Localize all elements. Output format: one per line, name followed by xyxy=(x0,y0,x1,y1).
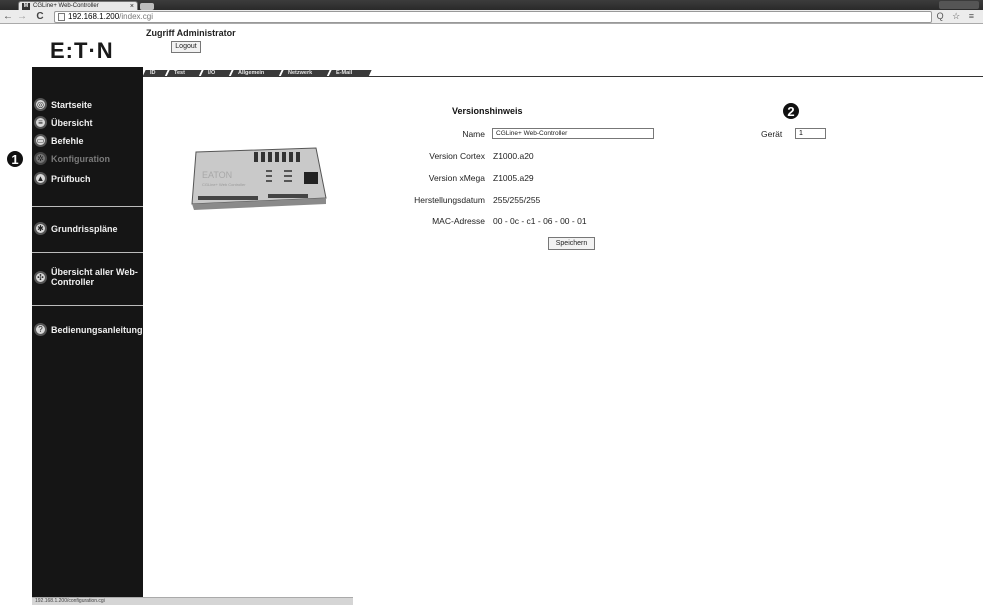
sidebar-item-bedienungsanleitung[interactable]: ? Bedienungsanleitung xyxy=(32,322,143,338)
tab-io[interactable]: I/O xyxy=(200,70,232,77)
back-arrow-icon[interactable]: ← xyxy=(2,11,14,23)
forward-arrow-icon[interactable]: → xyxy=(16,11,28,23)
settings-tabs: ID Test I/O Allgemein Netzwerk E-Mail xyxy=(142,70,983,77)
device-brand-label: EATON xyxy=(202,170,232,180)
manufacture-date-value: 255/255/255 xyxy=(493,195,541,205)
status-bar: 192.168.1.200/configuration.cgi xyxy=(32,597,353,605)
sidebar-item-label: Grundrisspläne xyxy=(51,224,118,234)
callout-marker-2: 2 xyxy=(782,102,800,120)
form-title: Versionshinweis xyxy=(452,106,523,116)
sidebar-item-label: Befehle xyxy=(51,136,84,146)
tab-netzwerk[interactable]: Netzwerk xyxy=(280,70,330,77)
sidebar-item-label: Startseite xyxy=(51,100,93,110)
save-button[interactable]: Speichern xyxy=(548,237,595,250)
reload-icon[interactable]: C xyxy=(34,11,46,23)
sidebar-divider xyxy=(32,305,143,306)
name-label: Name xyxy=(462,129,485,139)
version-cortex-value: Z1000.a20 xyxy=(493,151,534,161)
device-model-label: CGLine+ Web Controller xyxy=(202,182,246,187)
browser-titlebar: M CGLine+ Web-Controller × xyxy=(0,0,983,11)
window-controls[interactable] xyxy=(939,1,979,9)
sidebar-item-grundrissplaene[interactable]: ✱ Grundrisspläne xyxy=(32,221,143,237)
network-icon: ✣ xyxy=(34,271,47,284)
warning-icon: ▲ xyxy=(34,172,47,185)
sidebar-item-befehle[interactable]: ▭ Befehle xyxy=(32,133,143,149)
sidebar-divider xyxy=(32,252,143,253)
new-tab-button[interactable] xyxy=(140,3,154,10)
name-input[interactable] xyxy=(492,128,654,139)
version-xmega-label: Version xMega xyxy=(428,173,485,183)
sidebar-divider xyxy=(32,206,143,207)
mac-address-value: 00 - 0c - c1 - 06 - 00 - 01 xyxy=(493,216,587,226)
sidebar: ◎ Startseite ≡ Übersicht ▭ Befehle ✲ Kon… xyxy=(32,67,143,597)
sidebar-item-uebersicht[interactable]: ≡ Übersicht xyxy=(32,115,143,131)
floorplan-icon: ✱ xyxy=(34,222,47,235)
sidebar-item-label: Bedienungsanleitung xyxy=(51,325,143,335)
device-number-input[interactable] xyxy=(795,128,826,139)
eaton-logo: E:T·N xyxy=(50,38,114,63)
callout-marker-1: 1 xyxy=(6,150,24,168)
command-icon: ▭ xyxy=(34,134,47,147)
page-header: E:T·N Zugriff Administrator Logout xyxy=(0,25,983,66)
sidebar-item-label: Prüfbuch xyxy=(51,174,91,184)
version-xmega-value: Z1005.a29 xyxy=(493,173,534,183)
url-path: /index.cgi xyxy=(119,12,153,21)
toolbar-icons[interactable]: Q ☆ ≡ xyxy=(937,11,977,22)
address-bar[interactable]: 192.168.1.200/index.cgi xyxy=(54,11,932,23)
page-icon xyxy=(58,13,65,21)
browser-toolbar: ← → C 192.168.1.200/index.cgi Q ☆ ≡ xyxy=(0,10,983,24)
list-icon: ≡ xyxy=(34,116,47,129)
sidebar-item-uebersicht-web-controller[interactable]: ✣ Übersicht aller Web-Controller xyxy=(32,267,143,289)
mac-address-label: MAC-Adresse xyxy=(432,216,485,226)
tab-id[interactable]: ID xyxy=(142,70,168,77)
manufacture-date-label: Herstellungsdatum xyxy=(414,195,485,205)
sidebar-item-startseite[interactable]: ◎ Startseite xyxy=(32,97,143,113)
tab-test[interactable]: Test xyxy=(166,70,202,77)
sidebar-item-label: Übersicht xyxy=(51,118,93,128)
device-image: EATON CGLine+ Web Controller xyxy=(191,147,327,210)
sidebar-item-label: Übersicht aller Web-Controller xyxy=(51,267,138,287)
logout-button[interactable]: Logout xyxy=(171,41,201,53)
sidebar-item-pruefbuch[interactable]: ▲ Prüfbuch xyxy=(32,171,143,187)
tab-allgemein[interactable]: Allgemein xyxy=(230,70,282,77)
sidebar-item-konfiguration[interactable]: ✲ Konfiguration xyxy=(32,151,143,167)
sidebar-item-label: Konfiguration xyxy=(51,154,110,164)
favicon-icon: M xyxy=(22,3,30,10)
version-cortex-label: Version Cortex xyxy=(429,151,485,161)
access-level-label: Zugriff Administrator xyxy=(146,28,236,38)
device-label: Gerät xyxy=(761,129,783,139)
gears-icon: ✲ xyxy=(34,152,47,165)
help-icon: ? xyxy=(34,323,47,336)
browser-tab-title: CGLine+ Web-Controller xyxy=(33,3,99,9)
globe-icon: ◎ xyxy=(34,98,47,111)
tab-email[interactable]: E-Mail xyxy=(328,70,372,77)
url-host: 192.168.1.200 xyxy=(68,12,120,21)
